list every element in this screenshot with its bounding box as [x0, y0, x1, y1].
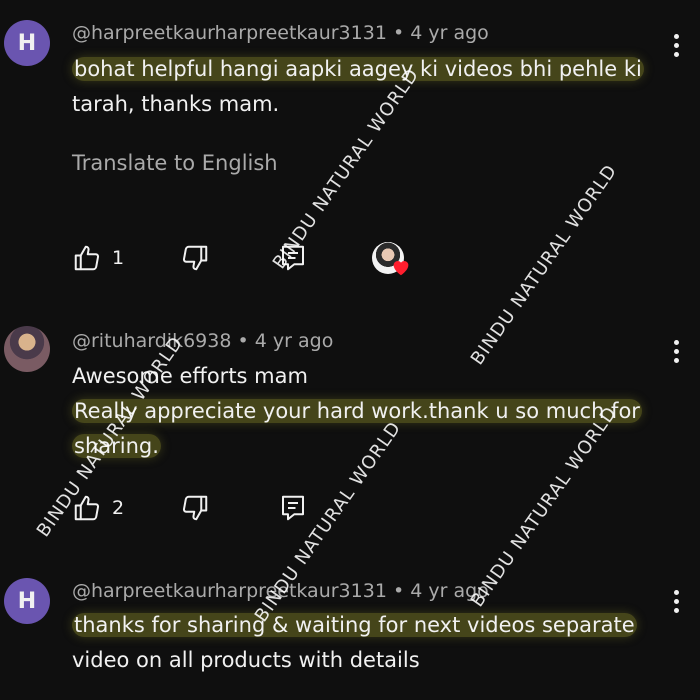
comment-line: thanks for sharing & waiting for next vi… — [72, 613, 637, 637]
reply-icon — [282, 495, 304, 521]
avatar[interactable]: H — [4, 20, 50, 66]
comment-line: bohat helpful hangi aapki aagey ki video… — [72, 57, 644, 81]
meta-separator: • — [392, 580, 405, 602]
comment-meta: @rituhardik6938 • 4 yr ago — [72, 330, 333, 352]
comment-text: thanks for sharing & waiting for next vi… — [72, 608, 662, 678]
comment-age: 4 yr ago — [410, 22, 489, 44]
reply-button[interactable] — [278, 493, 308, 523]
meta-separator: • — [392, 22, 405, 44]
comment-age: 4 yr ago — [410, 580, 489, 602]
comment-line: video on all products with details — [72, 648, 420, 672]
comment-line: sharing. — [72, 434, 161, 458]
avatar[interactable] — [4, 326, 50, 372]
thumbs-up-icon — [74, 495, 100, 521]
more-options-icon[interactable] — [668, 590, 684, 613]
meta-separator: • — [237, 330, 249, 352]
reply-button[interactable] — [278, 243, 308, 273]
author-name[interactable]: @harpreetkaurharpreetkaur3131 — [72, 22, 387, 44]
comment-line: Really appreciate your hard work.thank u… — [72, 399, 642, 423]
creator-heart-badge — [372, 242, 409, 276]
thumbs-down-icon — [182, 495, 208, 521]
like-button[interactable]: 1 — [72, 243, 124, 273]
more-options-icon[interactable] — [668, 34, 684, 57]
comment-text: bohat helpful hangi aapki aagey ki video… — [72, 52, 662, 122]
heart-icon — [393, 261, 409, 276]
comment-line: Awesome efforts mam — [72, 364, 308, 388]
comment-line: tarah, thanks mam. — [72, 92, 280, 116]
thumbs-down-icon — [182, 245, 208, 271]
dislike-button[interactable] — [180, 243, 210, 273]
like-button[interactable]: 2 — [72, 493, 124, 523]
like-count: 1 — [112, 247, 125, 269]
watermark: BINDU NATURAL WORLD — [466, 160, 622, 369]
comment-text: Awesome efforts mam Really appreciate yo… — [72, 359, 662, 464]
translate-link[interactable]: Translate to English — [72, 151, 278, 175]
author-name[interactable]: @harpreetkaurharpreetkaur3131 — [72, 580, 387, 602]
like-count: 2 — [112, 497, 125, 519]
dislike-button[interactable] — [180, 493, 210, 523]
comment-age: 4 yr ago — [254, 330, 334, 352]
thumbs-up-icon — [74, 245, 100, 271]
reply-icon — [282, 245, 304, 271]
avatar[interactable]: H — [4, 578, 50, 624]
comment-meta: @harpreetkaurharpreetkaur3131 • 4 yr ago — [72, 580, 489, 602]
author-name[interactable]: @rituhardik6938 — [72, 330, 231, 352]
more-options-icon[interactable] — [668, 340, 684, 363]
comment-meta: @harpreetkaurharpreetkaur3131 • 4 yr ago — [72, 22, 489, 44]
